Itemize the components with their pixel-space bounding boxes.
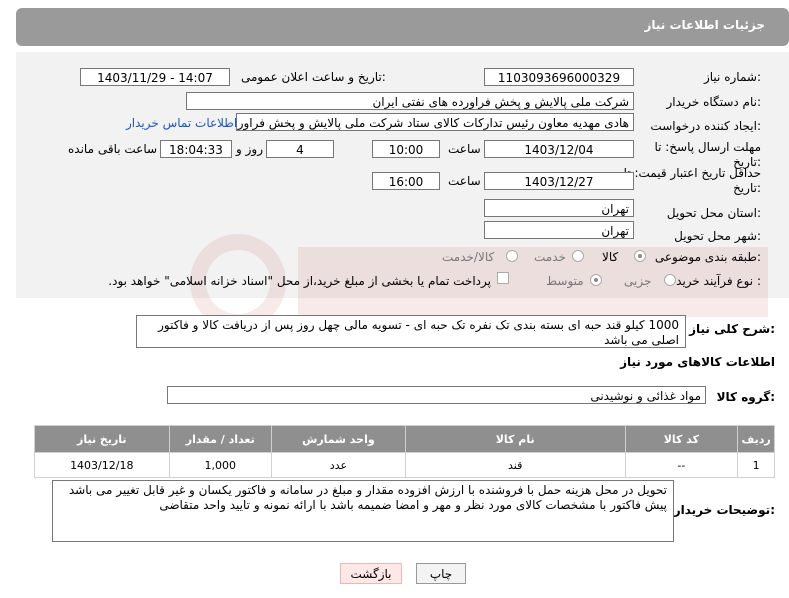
category-both-radio[interactable] — [506, 250, 518, 262]
buyer-notes-label: توضیحات خریدار: — [673, 503, 775, 517]
province-label: استان محل تحویل: — [666, 206, 761, 220]
category-goods-radio[interactable] — [634, 250, 646, 262]
cell-unit: عدد — [271, 452, 406, 478]
treasury-note: پرداخت تمام یا بخشی از مبلغ خرید،از محل … — [108, 274, 491, 288]
category-service-label: خدمت — [534, 250, 566, 264]
goods-group-label: گروه کالا: — [716, 390, 775, 404]
creator-label: ایجاد کننده درخواست: — [650, 119, 761, 133]
remaining-word: ساعت باقی مانده — [68, 142, 158, 156]
validity-date-field[interactable]: 1403/12/27 — [484, 172, 634, 190]
validity-time-word: ساعت — [448, 174, 481, 188]
announce-label: تاریخ و ساعت اعلان عمومی: — [241, 70, 386, 84]
col-unit: واحد شمارش — [271, 425, 406, 453]
days-field[interactable]: 4 — [266, 140, 334, 158]
purchase-minor-radio[interactable] — [664, 274, 676, 286]
purchase-medium-radio[interactable] — [590, 274, 602, 286]
deadline-label: مهلت ارسال پاسخ: تا — [654, 140, 761, 154]
days-word: روز و — [236, 142, 263, 156]
goods-group-field[interactable]: مواد غذائی و نوشیدنی — [167, 386, 706, 404]
city-label: شهر محل تحویل: — [674, 229, 761, 243]
summary-label: شرح کلی نیاز: — [689, 322, 775, 336]
validity-label: حداقل تاریخ اعتبار قیمت: تا — [623, 166, 761, 180]
table-header-row: ردیف کد کالا نام کالا واحد شمارش تعداد /… — [34, 425, 775, 453]
buyer-org-field[interactable]: شرکت ملی پالایش و پخش فراورده های نفتی ا… — [186, 92, 634, 110]
col-name: نام کالا — [404, 425, 626, 453]
validity-time-field[interactable]: 16:00 — [372, 172, 440, 190]
cell-quantity: 1,000 — [168, 452, 273, 478]
page-title: جزئیات اطلاعات نیاز — [644, 18, 765, 32]
purchase-type-label: نوع فرآیند خرید : — [676, 274, 761, 288]
goods-section-title: اطلاعات کالاهای مورد نیاز — [620, 355, 775, 369]
category-label: طبقه بندی موضوعی: — [654, 250, 761, 264]
cell-need-date: 1403/12/18 — [34, 452, 170, 478]
cell-row: 1 — [737, 452, 775, 478]
need-number-label: شماره نیاز: — [703, 70, 761, 84]
col-quantity: تعداد / مقدار — [168, 425, 273, 453]
cell-code: -- — [624, 452, 739, 478]
category-both-label: کالا/خدمت — [442, 250, 495, 264]
need-number-field[interactable]: 1103093696000329 — [484, 68, 634, 86]
remaining-time-field[interactable]: 18:04:33 — [160, 140, 232, 158]
back-button[interactable]: بازگشت — [340, 563, 402, 584]
purchase-medium-label: متوسط — [546, 274, 584, 288]
goods-table: ردیف کد کالا نام کالا واحد شمارش تعداد /… — [34, 425, 775, 478]
province-field[interactable]: تهران — [484, 199, 634, 217]
validity-label-date: تاریخ: — [733, 181, 761, 195]
announce-field[interactable]: 1403/11/29 - 14:07 — [80, 68, 230, 86]
print-button[interactable]: چاپ — [416, 563, 466, 584]
page-header: جزئیات اطلاعات نیاز — [16, 8, 789, 46]
category-goods-label: کالا — [602, 250, 619, 264]
col-code: کد کالا — [624, 425, 739, 453]
cell-name: قند — [404, 452, 626, 478]
table-row[interactable]: 1 -- قند عدد 1,000 1403/12/18 — [34, 452, 775, 478]
treasury-checkbox[interactable] — [497, 272, 509, 284]
deadline-time-field[interactable]: 10:00 — [372, 140, 440, 158]
category-service-radio[interactable] — [572, 250, 584, 262]
buyer-notes-textarea[interactable]: تحویل در محل هزینه حمل با فروشنده با ارز… — [52, 480, 674, 542]
summary-textarea[interactable]: 1000 کیلو قند حبه ای بسته بندی تک نفره ت… — [136, 315, 686, 348]
col-need-date: تاریخ نیاز — [34, 425, 170, 453]
deadline-time-word: ساعت — [448, 142, 481, 156]
purchase-minor-label: جزیی — [624, 274, 652, 288]
city-field[interactable]: تهران — [484, 221, 634, 239]
creator-field[interactable]: هادی مهدیه معاون رئیس تدارکات کالای ستاد… — [236, 113, 634, 131]
buyer-org-label: نام دستگاه خریدار: — [666, 95, 762, 109]
buyer-contact-link[interactable]: اطلاعات تماس خریدار — [126, 116, 237, 130]
col-row: ردیف — [737, 425, 775, 453]
deadline-date-field[interactable]: 1403/12/04 — [484, 140, 634, 158]
